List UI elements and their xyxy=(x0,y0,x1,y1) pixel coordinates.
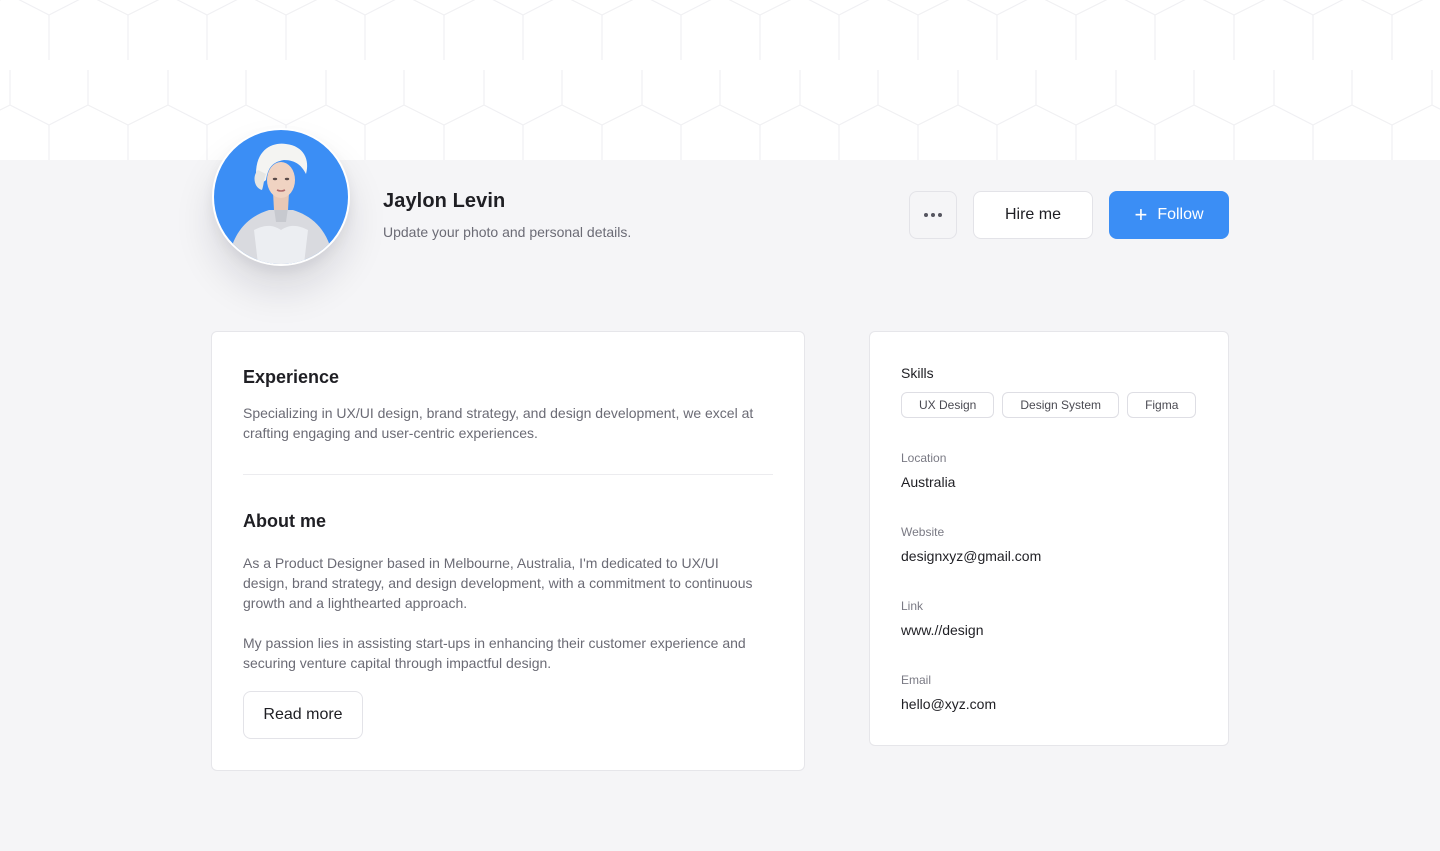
about-paragraph-2: My passion lies in assisting start-ups i… xyxy=(243,635,746,671)
location-value: Australia xyxy=(901,474,956,490)
profile-avatar[interactable] xyxy=(212,128,350,266)
skill-chip[interactable]: Design System xyxy=(1002,392,1120,418)
link-value[interactable]: www.//design xyxy=(901,622,983,638)
more-options-button[interactable] xyxy=(909,191,957,239)
cover-pattern xyxy=(0,0,1440,160)
about-heading: About me xyxy=(243,511,326,531)
email-label: Email xyxy=(901,673,932,687)
link-label: Link xyxy=(901,599,924,613)
more-horizontal-icon xyxy=(924,213,942,217)
follow-label: Follow xyxy=(1157,206,1204,223)
follow-button[interactable]: + Follow xyxy=(1109,191,1229,239)
skills-list: UX Design Design System Figma xyxy=(901,392,1197,418)
profile-subtitle: Update your photo and personal details. xyxy=(383,224,632,240)
experience-text: Specializing in UX/UI design, brand stra… xyxy=(243,405,754,441)
skill-chip[interactable]: UX Design xyxy=(901,392,995,418)
skills-label: Skills xyxy=(901,365,934,381)
location-label: Location xyxy=(901,451,947,465)
avatar-photo xyxy=(214,130,348,264)
email-value[interactable]: hello@xyz.com xyxy=(901,696,996,712)
cover-banner xyxy=(0,0,1440,160)
website-value[interactable]: designxyz@gmail.com xyxy=(901,548,1041,564)
details-card: Skills UX Design Design System Figma Loc… xyxy=(869,331,1229,746)
read-more-button[interactable]: Read more xyxy=(243,691,363,739)
section-divider xyxy=(243,474,773,475)
plus-icon: + xyxy=(1134,202,1148,227)
experience-heading: Experience xyxy=(243,367,340,387)
profile-name: Jaylon Levin xyxy=(383,190,506,212)
website-label: Website xyxy=(901,525,945,539)
about-card: Experience Specializing in UX/UI design,… xyxy=(211,331,805,771)
hire-me-button[interactable]: Hire me xyxy=(973,191,1093,239)
about-paragraph-1: As a Product Designer based in Melbourne… xyxy=(243,555,753,611)
skill-chip[interactable]: Figma xyxy=(1127,392,1197,418)
